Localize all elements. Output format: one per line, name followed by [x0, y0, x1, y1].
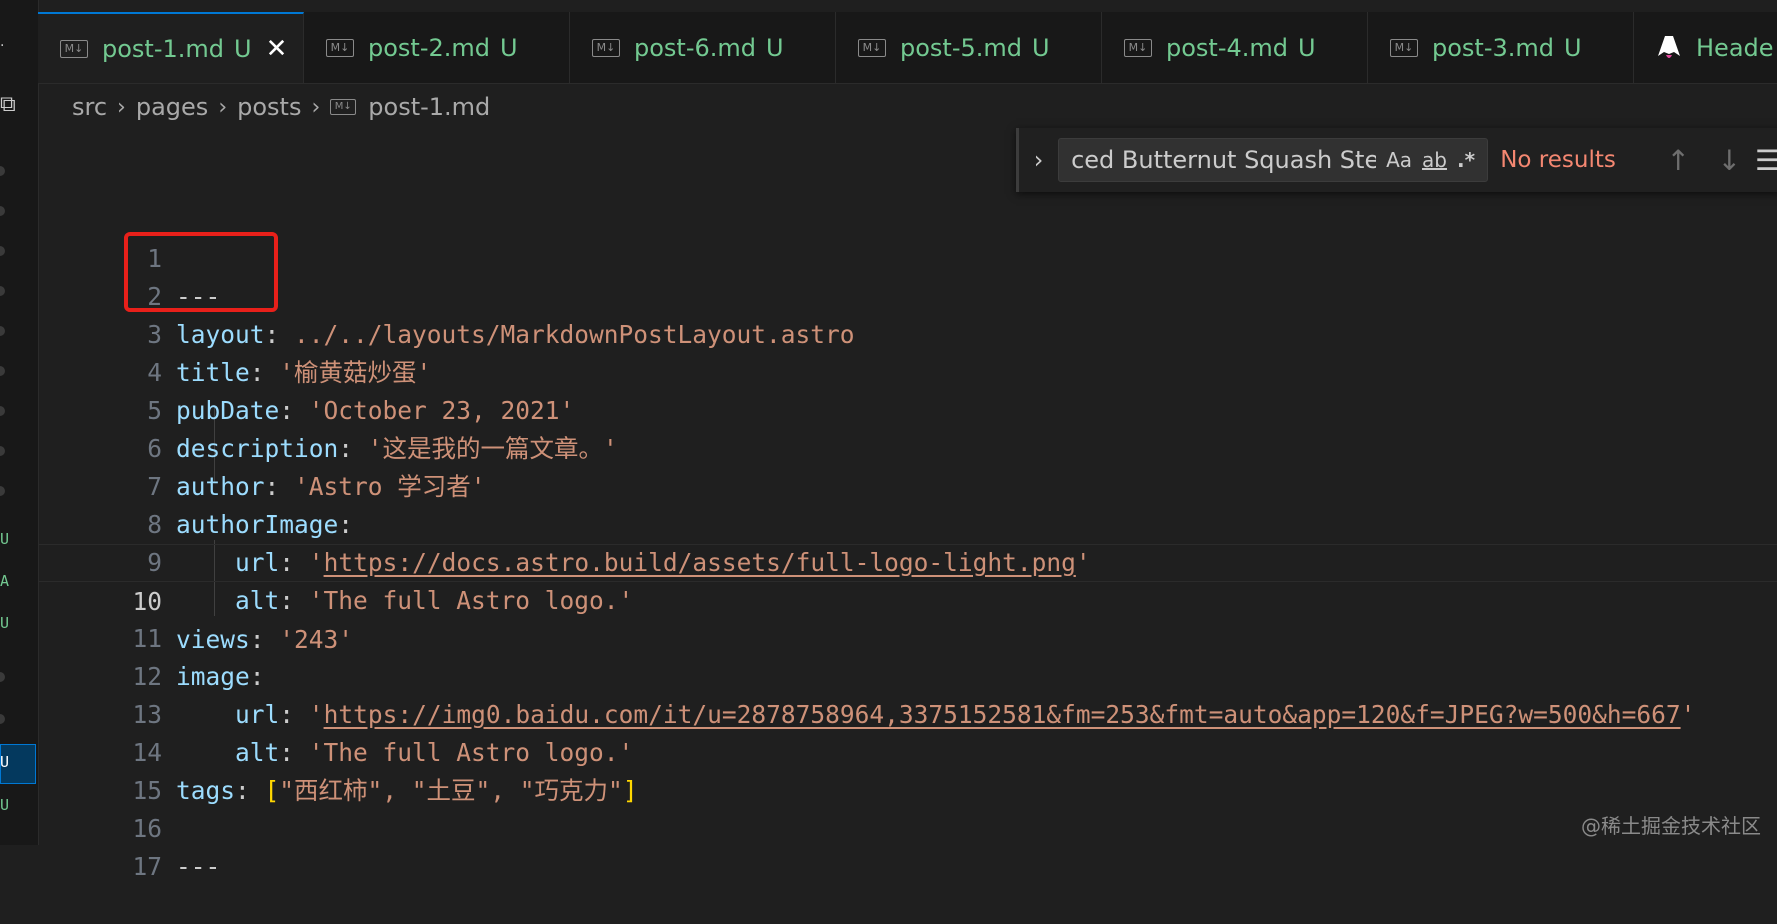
- tab-label: post-5.md: [900, 33, 1023, 62]
- code-line: 5 description: '这是我的一篇文章。': [38, 354, 1777, 463]
- breadcrumb-item-pages[interactable]: pages: [136, 93, 208, 121]
- markdown-icon: M↓: [60, 40, 88, 58]
- code-line: 9 alt: 'The full Astro logo.': [38, 506, 1777, 615]
- tab-git-status: U: [1564, 33, 1582, 62]
- git-status-mark: U: [0, 530, 10, 548]
- previous-match-icon[interactable]: ↑: [1659, 144, 1698, 177]
- toggle-replace-icon[interactable]: ›: [1019, 146, 1058, 174]
- scm-dot-icon: [0, 672, 5, 682]
- tab-header[interactable]: Heade: [1634, 12, 1777, 83]
- markdown-icon: M↓: [1124, 38, 1152, 57]
- tab-post-2[interactable]: M↓ post-2.md U: [304, 12, 570, 83]
- code-line: 7 authorImage:: [38, 430, 1777, 539]
- code-line: 4 pubDate: 'October 23, 2021': [38, 316, 1777, 425]
- code-line: 17: [38, 810, 1777, 881]
- git-status-mark: U: [0, 614, 10, 632]
- editor-tabs: M↓ post-1.md U ✕ M↓ post-2.md U M↓ post-…: [38, 12, 1777, 84]
- watermark: @稀土掘金技术社区: [1581, 814, 1761, 838]
- scm-dot-icon: [0, 366, 5, 376]
- tab-label: post-2.md: [368, 33, 491, 62]
- find-result-count: No results: [1500, 147, 1616, 173]
- astro-icon: [1658, 35, 1680, 58]
- scm-dot-icon: [0, 246, 5, 256]
- tab-git-status: U: [1032, 33, 1050, 62]
- breadcrumb-item-posts[interactable]: posts: [237, 93, 301, 121]
- tab-label: post-4.md: [1166, 33, 1289, 62]
- code-line: 8 url: 'https://docs.astro.build/assets/…: [38, 468, 1777, 577]
- tab-post-5[interactable]: M↓ post-5.md U: [836, 12, 1102, 83]
- explorer-strip: · ⧉ U A U U U: [0, 0, 39, 845]
- tab-post-6[interactable]: M↓ post-6.md U: [570, 12, 836, 83]
- scm-dot-icon: [0, 486, 5, 496]
- tab-label: Heade: [1696, 33, 1774, 62]
- tab-post-3[interactable]: M↓ post-3.md U: [1368, 12, 1634, 83]
- markdown-icon: M↓: [326, 38, 354, 57]
- code-line: 6 author: 'Astro 学习者': [38, 392, 1777, 501]
- breadcrumb-item-src[interactable]: src: [72, 93, 107, 121]
- collapse-icon[interactable]: ⧉: [0, 92, 20, 117]
- chevron-right-icon: ›: [117, 94, 126, 120]
- code-line: 12 url: 'https://img0.baidu.com/it/u=287…: [38, 620, 1777, 729]
- scm-dot-icon: [0, 286, 5, 296]
- markdown-icon: M↓: [858, 38, 886, 57]
- scm-dot-icon: [0, 206, 5, 216]
- code-line: 11 image:: [38, 582, 1777, 691]
- tab-git-status: U: [500, 33, 518, 62]
- breadcrumb: src › pages › posts › M↓ post-1.md: [72, 92, 490, 122]
- tab-post-4[interactable]: M↓ post-4.md U: [1102, 12, 1368, 83]
- find-query[interactable]: ced Butternut Squash Stew: [1071, 146, 1376, 174]
- regex-icon[interactable]: .*: [1457, 148, 1475, 172]
- match-case-icon[interactable]: Aa: [1386, 148, 1412, 172]
- tab-post-1[interactable]: M↓ post-1.md U ✕: [38, 12, 304, 83]
- breadcrumb-item-file[interactable]: post-1.md: [368, 93, 490, 121]
- line-number: 17: [132, 852, 162, 881]
- tab-label: post-6.md: [634, 33, 757, 62]
- markdown-icon: M↓: [330, 99, 357, 115]
- more-icon[interactable]: ·: [0, 38, 4, 54]
- git-status-mark: A: [0, 572, 10, 590]
- tab-git-status: U: [234, 35, 252, 63]
- code-editor[interactable]: 1 --- 2 layout: ../../layouts/MarkdownPo…: [38, 196, 1777, 881]
- markdown-icon: M↓: [1390, 38, 1418, 57]
- find-widget: › ced Butternut Squash Stew Aa ab .* No …: [1016, 128, 1777, 192]
- annotation-highlight-box: [124, 232, 278, 312]
- git-status-mark: U: [0, 796, 10, 814]
- whole-word-icon[interactable]: ab: [1422, 148, 1447, 172]
- scm-dot-icon: [0, 446, 5, 456]
- code-line: 13 alt: 'The full Astro logo.': [38, 658, 1777, 767]
- code-line: 3 title: '榆黄菇炒蛋': [38, 278, 1777, 387]
- code-line: 15: [38, 734, 1777, 805]
- tab-git-status: U: [1298, 33, 1316, 62]
- chevron-right-icon: ›: [218, 94, 228, 120]
- find-in-selection-icon[interactable]: ☰: [1755, 144, 1777, 177]
- code-line: 2 layout: ../../layouts/MarkdownPostLayo…: [38, 240, 1777, 349]
- chevron-right-icon: ›: [311, 94, 321, 120]
- tab-label: post-3.md: [1432, 33, 1555, 62]
- scm-dot-icon: [0, 714, 5, 724]
- code-line: 1 ---: [38, 202, 1777, 311]
- scm-dot-icon: [0, 406, 5, 416]
- next-match-icon[interactable]: ↓: [1710, 144, 1749, 177]
- git-status-mark: U: [0, 753, 10, 771]
- tab-label: post-1.md: [102, 35, 225, 63]
- close-icon[interactable]: ✕: [266, 34, 288, 64]
- code-line: 14 tags: ["西红柿", "土豆", "巧克力"]: [38, 696, 1777, 805]
- current-code-line: 10 views: '243': [38, 544, 1777, 654]
- find-input[interactable]: ced Butternut Squash Stew Aa ab .*: [1058, 138, 1489, 182]
- tab-git-status: U: [766, 33, 784, 62]
- scm-dot-icon: [0, 326, 5, 336]
- scm-dot-icon: [0, 166, 5, 176]
- markdown-icon: M↓: [592, 38, 620, 57]
- frontmatter-delimiter: ---: [176, 852, 221, 881]
- code-line: 16 ---: [38, 772, 1777, 881]
